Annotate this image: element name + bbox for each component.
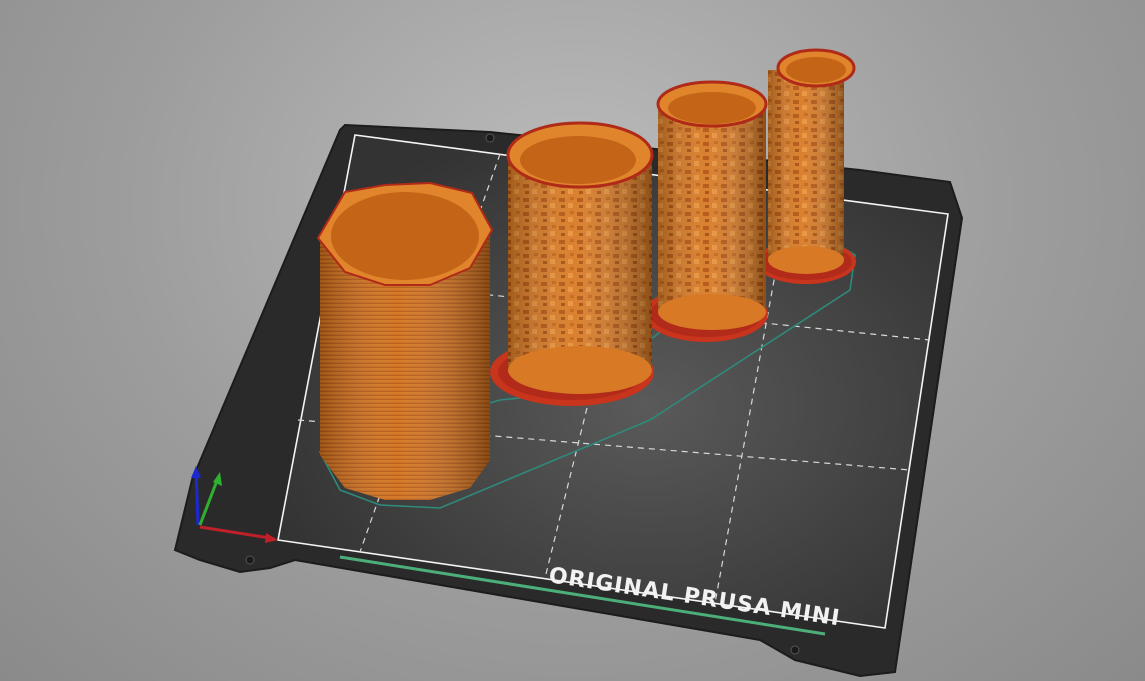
scene[interactable]: ORIGINAL PRUSA MINI [0,0,1145,681]
z-axis [194,469,200,526]
textured-cylinder-medium[interactable] [644,80,768,342]
sheet-hole [245,555,255,565]
octagonal-cup[interactable] [316,181,494,500]
3d-viewport[interactable]: ORIGINAL PRUSA MINI [0,0,1145,681]
sheet-hole [485,133,495,143]
textured-cylinder-small[interactable] [756,48,856,284]
textured-cylinder-large[interactable] [490,121,654,406]
sheet-hole [790,645,800,655]
